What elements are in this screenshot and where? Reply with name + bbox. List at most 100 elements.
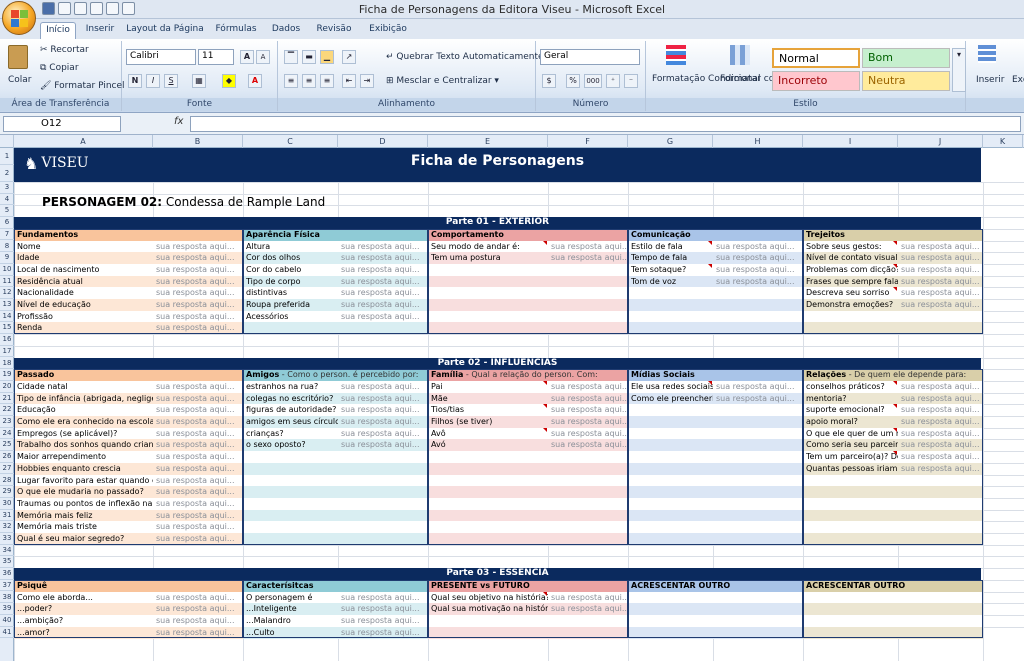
comment-indicator-icon[interactable]: [893, 263, 897, 268]
answer-field[interactable]: [898, 497, 983, 510]
align-middle-icon[interactable]: ▬: [302, 50, 316, 64]
formula-input[interactable]: [190, 116, 1021, 132]
comment-indicator-icon[interactable]: [893, 427, 897, 432]
row-header[interactable]: 27: [0, 463, 14, 475]
answer-field[interactable]: [338, 497, 428, 510]
answer-field[interactable]: [338, 521, 428, 534]
comment-indicator-icon[interactable]: [543, 427, 547, 432]
answer-field[interactable]: sua resposta aqui...: [338, 240, 428, 253]
answer-field[interactable]: sua resposta aqui...: [898, 451, 983, 464]
row-header[interactable]: 34: [0, 545, 14, 557]
row-header[interactable]: 26: [0, 451, 14, 463]
answer-field[interactable]: sua resposta aqui...: [548, 404, 628, 417]
answer-field[interactable]: [548, 322, 628, 335]
delete-button[interactable]: Exc: [1012, 75, 1024, 85]
row-header[interactable]: 4: [0, 194, 14, 206]
answer-field[interactable]: sua resposta aqui...: [898, 299, 983, 311]
row-header[interactable]: 18: [0, 358, 14, 370]
answer-field[interactable]: sua resposta aqui...: [153, 591, 243, 604]
number-format-select[interactable]: Geral: [540, 49, 640, 65]
worksheet[interactable]: Ficha de Personagens ♞ VISEU PERSONAGEM …: [14, 148, 1024, 661]
comment-indicator-icon[interactable]: [543, 380, 547, 385]
answer-field[interactable]: sua resposta aqui...: [338, 591, 428, 604]
font-color-icon[interactable]: A: [248, 74, 262, 88]
answer-field[interactable]: sua resposta aqui...: [898, 416, 983, 428]
column-header[interactable]: G: [628, 135, 713, 148]
answer-field[interactable]: sua resposta aqui...: [153, 497, 243, 510]
format-painter-button[interactable]: 🖌 Formatar Pincel: [40, 81, 125, 91]
row-header[interactable]: 37: [0, 580, 14, 592]
answer-field[interactable]: [713, 427, 803, 440]
comment-indicator-icon[interactable]: [893, 380, 897, 385]
answer-field[interactable]: sua resposta aqui...: [153, 474, 243, 487]
answer-field[interactable]: sua resposta aqui...: [153, 427, 243, 440]
answer-field[interactable]: sua resposta aqui...: [153, 299, 243, 311]
answer-field[interactable]: sua resposta aqui...: [548, 392, 628, 405]
answer-field[interactable]: sua resposta aqui...: [338, 287, 428, 300]
answer-field[interactable]: sua resposta aqui...: [898, 263, 983, 276]
decrease-indent-icon[interactable]: ⇤: [342, 74, 356, 88]
row-header[interactable]: 16: [0, 334, 14, 346]
answer-field[interactable]: sua resposta aqui...: [898, 275, 983, 288]
answer-field[interactable]: [713, 533, 803, 545]
answer-field[interactable]: sua resposta aqui...: [153, 240, 243, 253]
style-incorreto[interactable]: Incorreto: [772, 71, 860, 91]
paste-icon[interactable]: [8, 45, 28, 69]
answer-field[interactable]: [548, 486, 628, 499]
answer-field[interactable]: sua resposta aqui...: [338, 427, 428, 440]
answer-field[interactable]: [713, 591, 803, 604]
answer-field[interactable]: [898, 614, 983, 627]
answer-field[interactable]: sua resposta aqui...: [713, 263, 803, 276]
row-header[interactable]: 31: [0, 510, 14, 522]
italic-button[interactable]: I: [146, 74, 160, 88]
answer-field[interactable]: sua resposta aqui...: [338, 404, 428, 417]
column-header[interactable]: I: [803, 135, 898, 148]
row-header[interactable]: 1: [0, 148, 14, 165]
insert-cells-icon[interactable]: [978, 45, 996, 63]
answer-field[interactable]: sua resposta aqui...: [338, 299, 428, 311]
row-header[interactable]: 15: [0, 322, 14, 335]
answer-field[interactable]: [898, 486, 983, 499]
row-header[interactable]: 22: [0, 404, 14, 416]
align-left-icon[interactable]: ≡: [284, 74, 298, 88]
tab-layout[interactable]: Layout da Página: [124, 22, 206, 39]
row-header[interactable]: 32: [0, 521, 14, 533]
answer-field[interactable]: [898, 509, 983, 522]
row-header[interactable]: 40: [0, 615, 14, 627]
row-header[interactable]: 35: [0, 556, 14, 569]
answer-field[interactable]: [338, 486, 428, 499]
answer-field[interactable]: sua resposta aqui...: [713, 380, 803, 393]
answer-field[interactable]: sua resposta aqui...: [898, 240, 983, 253]
answer-field[interactable]: [548, 521, 628, 534]
select-all-corner[interactable]: [0, 135, 14, 148]
answer-field[interactable]: sua resposta aqui...: [338, 275, 428, 288]
orientation-icon[interactable]: ↗: [342, 50, 356, 64]
tab-exibicao[interactable]: Exibição: [362, 22, 414, 39]
answer-field[interactable]: sua resposta aqui...: [153, 603, 243, 616]
row-header[interactable]: 9: [0, 252, 14, 264]
tab-revisao[interactable]: Revisão: [310, 22, 358, 39]
answer-field[interactable]: [898, 603, 983, 616]
align-bottom-icon[interactable]: ▁: [320, 50, 334, 64]
row-header[interactable]: 3: [0, 182, 14, 194]
answer-field[interactable]: [548, 474, 628, 487]
column-header[interactable]: E: [428, 135, 548, 148]
comment-indicator-icon[interactable]: [543, 404, 547, 409]
percent-button[interactable]: %: [566, 74, 580, 88]
align-right-icon[interactable]: ≡: [320, 74, 334, 88]
answer-field[interactable]: sua resposta aqui...: [338, 603, 428, 616]
row-header[interactable]: 29: [0, 486, 14, 498]
answer-field[interactable]: sua resposta aqui...: [713, 240, 803, 253]
answer-field[interactable]: sua resposta aqui...: [548, 380, 628, 393]
answer-field[interactable]: [713, 474, 803, 487]
grow-font-button[interactable]: A: [240, 50, 254, 64]
fill-color-icon[interactable]: ◆: [222, 74, 236, 88]
answer-field[interactable]: sua resposta aqui...: [548, 240, 628, 253]
answer-field[interactable]: [548, 263, 628, 276]
answer-field[interactable]: sua resposta aqui...: [153, 322, 243, 335]
tab-inserir[interactable]: Inserir: [81, 22, 119, 39]
row-header[interactable]: 12: [0, 287, 14, 299]
answer-field[interactable]: sua resposta aqui...: [153, 509, 243, 522]
row-header[interactable]: 5: [0, 205, 14, 218]
answer-field[interactable]: [548, 451, 628, 464]
